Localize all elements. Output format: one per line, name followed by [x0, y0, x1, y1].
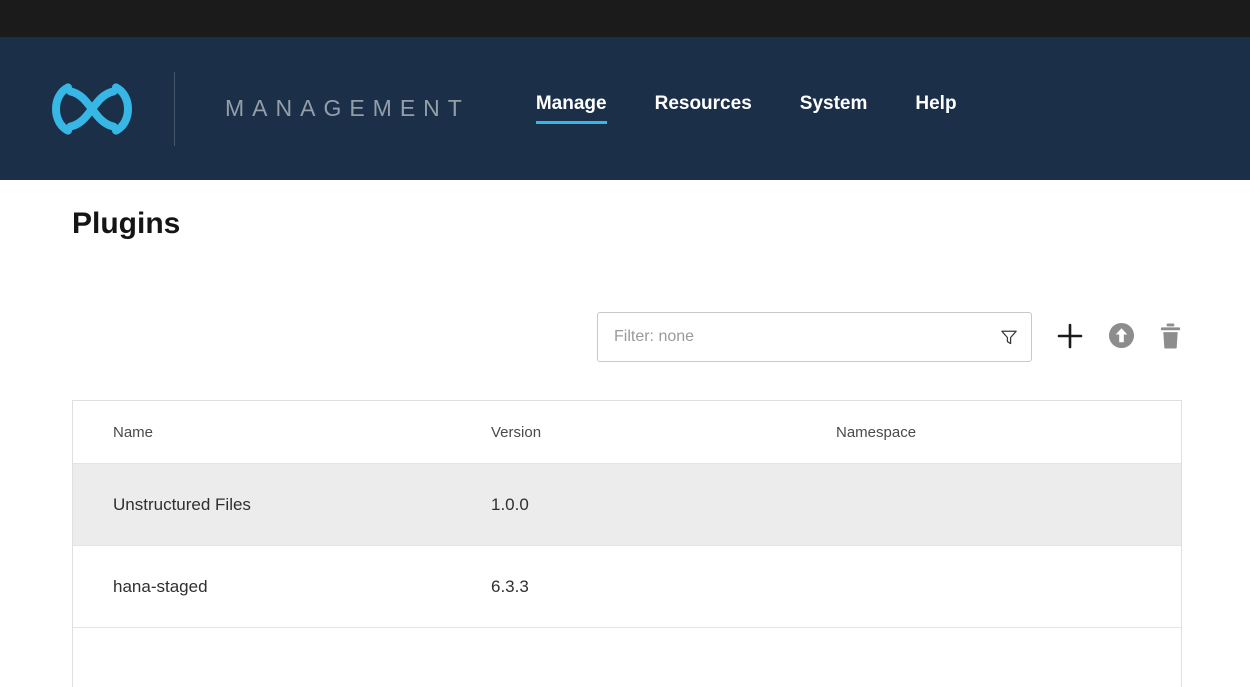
delphix-logo-icon[interactable] [44, 80, 140, 138]
plugins-table: Name Version Namespace Unstructured File… [72, 400, 1182, 687]
filter-funnel-icon[interactable] [1001, 330, 1017, 345]
table-row-partial [73, 627, 1181, 687]
cell-name: hana-staged [113, 577, 491, 597]
column-header-namespace: Namespace [836, 424, 1181, 441]
filter-input-wrapper [597, 312, 1032, 362]
nav-help[interactable]: Help [915, 93, 956, 124]
plus-icon [1056, 322, 1084, 353]
cell-name: Unstructured Files [113, 495, 491, 515]
upload-plugin-button[interactable] [1108, 322, 1135, 352]
table-row[interactable]: hana-staged 6.3.3 [73, 545, 1181, 627]
delete-plugin-button[interactable] [1159, 323, 1182, 352]
app-header: MANAGEMENT Manage Resources System Help [0, 37, 1250, 180]
cell-version: 6.3.3 [491, 577, 836, 597]
header-divider [174, 72, 175, 146]
table-header-row: Name Version Namespace [73, 401, 1181, 463]
nav-manage[interactable]: Manage [536, 93, 607, 124]
trash-icon [1159, 323, 1182, 352]
table-row[interactable]: Unstructured Files 1.0.0 [73, 463, 1181, 545]
nav-resources[interactable]: Resources [655, 93, 752, 124]
window-top-strip [0, 0, 1250, 37]
add-plugin-button[interactable] [1056, 322, 1084, 353]
main-content: Plugins [0, 206, 1250, 687]
nav-system[interactable]: System [800, 93, 868, 124]
cell-version: 1.0.0 [491, 495, 836, 515]
filter-input[interactable] [612, 327, 993, 347]
upload-circle-icon [1108, 322, 1135, 352]
column-header-name: Name [113, 424, 491, 441]
brand-title: MANAGEMENT [225, 95, 470, 122]
toolbar [72, 312, 1182, 362]
main-nav: Manage Resources System Help [536, 93, 957, 124]
page-title: Plugins [72, 206, 1182, 242]
column-header-version: Version [491, 424, 836, 441]
